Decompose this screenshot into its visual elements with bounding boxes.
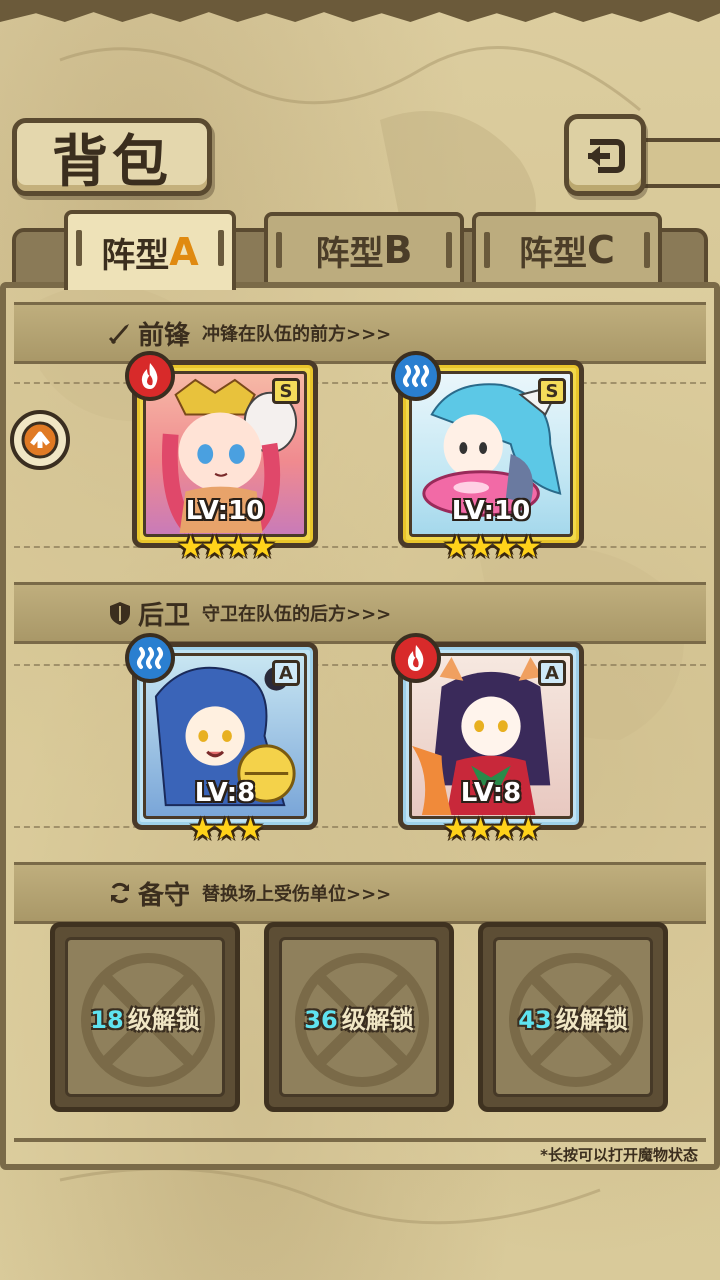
section-desc: 冲锋在队伍的前方>>> bbox=[202, 324, 392, 345]
section-front: 前锋 冲锋在队伍的前方>>> bbox=[14, 302, 706, 364]
reserve-slot-3[interactable]: 43 级解锁 bbox=[478, 922, 668, 1112]
section-title: 前锋 bbox=[138, 320, 191, 351]
tab-label: 阵型 bbox=[315, 233, 384, 274]
arrow-up-left-icon bbox=[21, 421, 59, 459]
water-element-icon bbox=[125, 633, 175, 683]
tab-formation-b[interactable]: 阵型 B bbox=[264, 212, 464, 284]
tab-formation-c[interactable]: 阵型 C bbox=[472, 212, 662, 284]
tab-formation-a[interactable]: 阵型 A bbox=[64, 210, 236, 290]
hint-text: *长按可以打开魔物状态 bbox=[540, 1146, 698, 1164]
star-rating: ★★★ bbox=[189, 812, 264, 847]
star-rating: ★★★★ bbox=[443, 530, 542, 565]
back-button[interactable] bbox=[564, 114, 646, 196]
section-desc: 替换场上受伤单位>>> bbox=[202, 884, 392, 905]
tab-letter: B bbox=[383, 228, 413, 272]
monster-card-back-right[interactable]: A LV:8 ★★★★ bbox=[391, 633, 584, 847]
level-label: LV:8 bbox=[460, 778, 522, 808]
monster-card-back-left[interactable]: A LV:8 ★★★ bbox=[125, 633, 318, 847]
divider bbox=[14, 1138, 706, 1142]
star-rating: ★★★★ bbox=[443, 812, 542, 847]
fire-element-icon bbox=[125, 351, 175, 401]
swap-icon bbox=[106, 879, 134, 907]
tab-label: 阵型 bbox=[519, 233, 588, 274]
unlock-label: 43 级解锁 bbox=[518, 1005, 628, 1034]
sword-icon bbox=[106, 319, 134, 347]
monster-card-front-right[interactable]: S LV:10 ★★★★ bbox=[391, 351, 584, 565]
rank-badge: A bbox=[272, 660, 300, 686]
back-arrow-icon bbox=[588, 139, 625, 173]
section-desc: 守卫在队伍的后方>>> bbox=[202, 604, 392, 625]
divider bbox=[14, 382, 706, 384]
unlock-label: 18 级解锁 bbox=[90, 1005, 200, 1034]
rank-badge: S bbox=[538, 378, 566, 404]
tab-letter: A bbox=[169, 230, 199, 274]
title-plate: 背包 bbox=[12, 118, 212, 196]
star-rating: ★★★★ bbox=[177, 530, 276, 565]
section-title: 后卫 bbox=[138, 600, 191, 631]
expand-side-button[interactable] bbox=[10, 410, 70, 470]
tab-letter: C bbox=[587, 228, 615, 272]
rank-badge: A bbox=[538, 660, 566, 686]
divider bbox=[14, 664, 706, 666]
fire-element-icon bbox=[391, 633, 441, 683]
section-back: 后卫 守卫在队伍的后方>>> bbox=[14, 582, 706, 644]
level-label: LV:8 bbox=[194, 778, 256, 808]
shield-icon bbox=[106, 599, 134, 627]
section-reserve: 备守 替换场上受伤单位>>> bbox=[14, 862, 706, 924]
unlock-label: 36 级解锁 bbox=[304, 1005, 414, 1034]
divider bbox=[14, 826, 706, 828]
reserve-slot-1[interactable]: 18 级解锁 bbox=[50, 922, 240, 1112]
divider bbox=[14, 546, 706, 548]
level-label: LV:10 bbox=[451, 496, 531, 526]
rank-badge: S bbox=[272, 378, 300, 404]
section-title: 备守 bbox=[138, 880, 191, 911]
monster-card-front-left[interactable]: S LV:10 ★★★★ bbox=[125, 351, 318, 565]
water-element-icon bbox=[391, 351, 441, 401]
level-label: LV:10 bbox=[185, 496, 265, 526]
page-title: 背包 bbox=[52, 128, 172, 195]
reserve-slot-2[interactable]: 36 级解锁 bbox=[264, 922, 454, 1112]
tab-label: 阵型 bbox=[101, 235, 170, 276]
